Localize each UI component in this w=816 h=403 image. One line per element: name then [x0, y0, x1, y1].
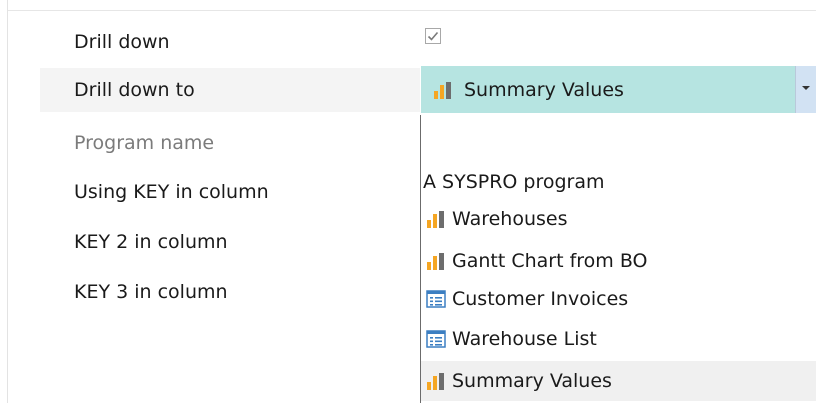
property-row-drill-down-to: Drill down to [40, 68, 420, 112]
drill-down-to-combobox[interactable]: Summary Values [421, 66, 795, 113]
bar-chart-icon [426, 251, 446, 271]
property-row-drill-down: Drill down [40, 20, 420, 64]
property-label-key-3: KEY 3 in column [74, 281, 228, 303]
bar-chart-icon [433, 80, 453, 100]
dropdown-option-syspro-program[interactable]: A SYSPRO program [421, 162, 816, 202]
dropdown-option-label: A SYSPRO program [423, 171, 605, 193]
dropdown-option-label: Warehouses [452, 208, 568, 230]
property-label-drill-down-to: Drill down to [74, 79, 195, 101]
drill-down-to-dropdown-button[interactable] [795, 66, 816, 113]
drill-down-to-value: Summary Values [464, 78, 624, 101]
dropdown-option-customer-invoices[interactable]: Customer Invoices [421, 279, 816, 319]
property-row-key-3: KEY 3 in column [40, 270, 420, 314]
property-label-program-name: Program name [74, 132, 215, 154]
property-row-using-key: Using KEY in column [40, 170, 420, 214]
drill-down-to-dropdown-list: A SYSPRO program Warehouses Gantt Chart … [420, 115, 816, 403]
property-row-key-2: KEY 2 in column [40, 220, 420, 264]
window-left-border [0, 0, 8, 403]
property-label-drill-down: Drill down [74, 31, 170, 53]
bar-chart-icon [426, 209, 446, 229]
property-label-using-key: Using KEY in column [74, 181, 269, 203]
window-top-border [0, 0, 816, 11]
dropdown-option-warehouses[interactable]: Warehouses [421, 199, 816, 239]
dropdown-option-gantt-chart[interactable]: Gantt Chart from BO [421, 241, 816, 281]
dropdown-option-label: Warehouse List [452, 328, 597, 350]
dropdown-option-warehouse-list[interactable]: Warehouse List [421, 319, 816, 359]
dropdown-option-label: Customer Invoices [452, 288, 629, 310]
dropdown-option-label: Gantt Chart from BO [452, 250, 648, 272]
dropdown-option-summary-values[interactable]: Summary Values [421, 361, 816, 401]
dropdown-option-empty[interactable] [421, 117, 816, 157]
list-view-icon [426, 329, 446, 349]
property-label-key-2: KEY 2 in column [74, 231, 228, 253]
chevron-down-icon [802, 86, 810, 90]
dropdown-option-label: Summary Values [452, 370, 612, 392]
list-view-icon [426, 289, 446, 309]
drill-down-checkbox[interactable] [425, 28, 441, 44]
checkmark-icon [427, 31, 439, 41]
property-row-program-name: Program name [40, 121, 420, 165]
bar-chart-icon [426, 371, 446, 391]
